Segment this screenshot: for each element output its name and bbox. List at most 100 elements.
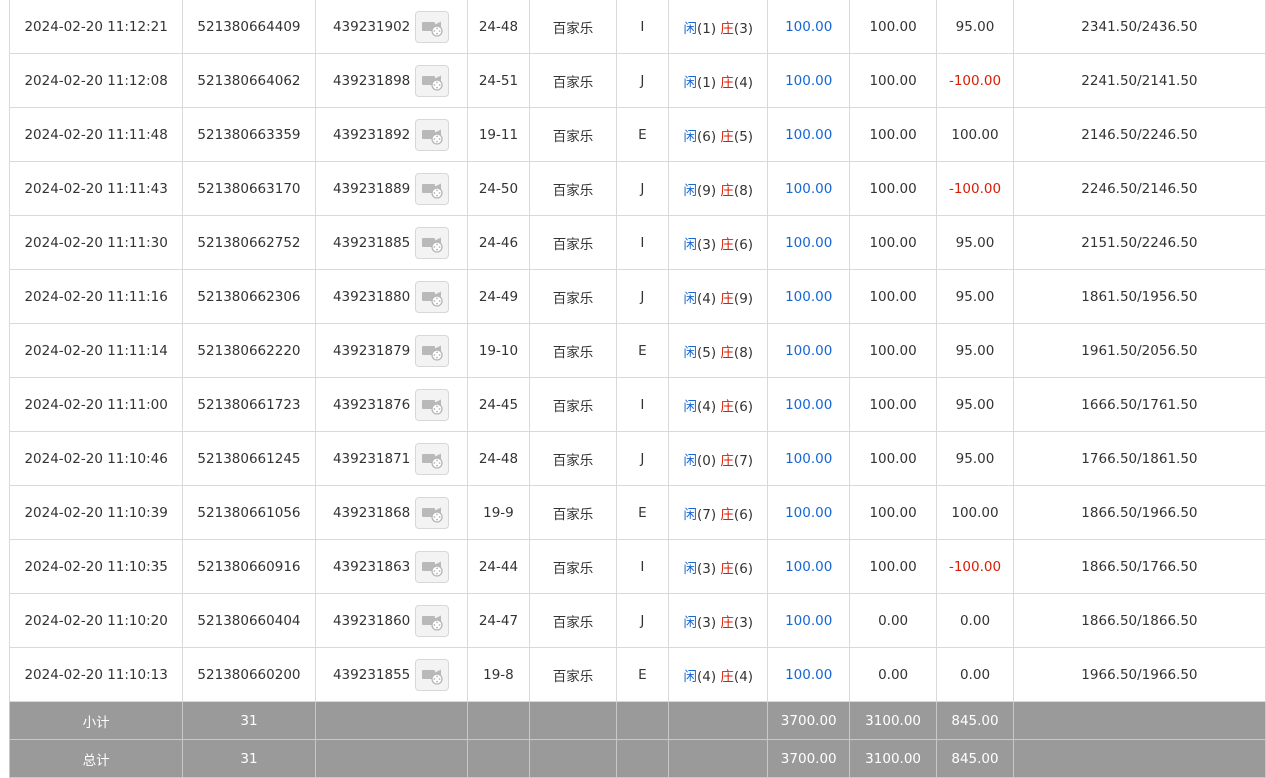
table-code: E [615,323,670,378]
video-replay-button[interactable] [415,658,450,691]
table-code: I [615,215,670,270]
round-id: 439231863 [332,558,411,575]
round-id: 439231889 [332,180,411,197]
valid-bet: 100.00 [848,215,938,270]
bet-time: 2024-02-20 11:10:20 [8,593,184,648]
valid-bet: 100.00 [848,53,938,108]
video-camera-icon [422,129,443,145]
player-points: (5) [697,344,717,361]
video-replay-button[interactable] [415,64,450,97]
player-points: (1) [697,74,717,91]
shoe-round: 24-47 [466,593,531,648]
banker-points: (6) [733,398,754,415]
game-name: 百家乐 [529,0,617,54]
round-id-cell: 439231876 [314,377,468,432]
balance: 2241.50/2141.50 [1012,53,1266,108]
bet-time: 2024-02-20 11:12:08 [8,53,184,108]
result-cell: 闲(4) 庄(9) [668,269,769,324]
video-replay-button[interactable] [415,334,450,367]
result-cell: 闲(1) 庄(4) [668,53,769,108]
banker-points: (6) [733,236,754,253]
game-name: 百家乐 [529,377,617,432]
video-replay-button[interactable] [415,10,450,43]
shoe-round: 24-48 [466,0,531,54]
banker-label: 庄 [720,236,734,253]
video-replay-button[interactable] [415,442,450,475]
win-loss: -100.00 [936,161,1014,216]
balance: 1866.50/1766.50 [1012,539,1266,594]
game-name: 百家乐 [529,161,617,216]
bet-amount: 100.00 [767,593,850,648]
video-replay-button[interactable] [415,550,450,583]
shoe-round: 19-8 [466,647,531,702]
round-id: 439231879 [332,342,411,359]
player-label: 闲 [683,452,698,469]
banker-label: 庄 [720,506,734,523]
banker-label: 庄 [720,74,734,91]
video-camera-icon [422,399,443,415]
bet-id: 521380660200 [182,647,316,702]
video-replay-button[interactable] [415,388,450,421]
video-replay-button[interactable] [415,280,450,313]
valid-bet: 100.00 [848,107,938,162]
banker-label: 庄 [720,398,734,415]
valid-bet: 100.00 [848,0,938,54]
table-row: 2024-02-20 11:10:35 521380660916 4392318… [8,539,1266,594]
bet-amount: 100.00 [767,431,850,486]
round-id: 439231871 [332,450,411,467]
shoe-round: 24-50 [466,161,531,216]
banker-label: 庄 [720,290,734,307]
balance: 1666.50/1761.50 [1012,377,1266,432]
banker-points: (6) [733,560,754,577]
balance: 1961.50/2056.50 [1012,323,1266,378]
round-id-cell: 439231879 [314,323,468,378]
video-replay-button[interactable] [415,496,450,529]
result-cell: 闲(6) 庄(5) [668,107,769,162]
player-points: (3) [697,614,717,631]
player-label: 闲 [683,614,698,631]
banker-points: (6) [733,506,754,523]
total-label: 小计 [8,701,184,740]
round-id-cell: 439231898 [314,53,468,108]
balance: 2341.50/2436.50 [1012,0,1266,54]
round-id-cell: 439231885 [314,215,468,270]
bet-id: 521380660404 [182,593,316,648]
banker-points: (8) [733,344,754,361]
round-id-cell: 439231868 [314,485,468,540]
player-points: (4) [697,398,717,415]
shoe-round: 24-44 [466,539,531,594]
video-camera-icon [422,507,443,523]
bet-amount: 100.00 [767,485,850,540]
player-points: (0) [697,452,717,469]
video-replay-button[interactable] [415,604,450,637]
banker-points: (4) [733,74,754,91]
player-points: (4) [697,668,717,685]
win-loss: -100.00 [936,53,1014,108]
balance: 1866.50/1966.50 [1012,485,1266,540]
banker-label: 庄 [720,560,734,577]
round-id-cell: 439231871 [314,431,468,486]
video-replay-button[interactable] [415,172,450,205]
bet-records-table: 2024-02-20 11:12:21 521380664409 4392319… [8,0,1266,778]
result-cell: 闲(3) 庄(6) [668,539,769,594]
valid-bet: 100.00 [848,161,938,216]
table-code: I [615,377,670,432]
video-camera-icon [422,75,443,91]
bet-time: 2024-02-20 11:10:39 [8,485,184,540]
video-camera-icon [422,291,443,307]
bet-amount: 100.00 [767,107,850,162]
table-row: 2024-02-20 11:10:39 521380661056 4392318… [8,485,1266,540]
player-label: 闲 [683,128,698,145]
balance: 1766.50/1861.50 [1012,431,1266,486]
total-row: 总计 31 3700.00 3100.00 845.00 [8,739,1266,778]
bet-id: 521380663359 [182,107,316,162]
video-replay-button[interactable] [415,118,450,151]
round-id-cell: 439231902 [314,0,468,54]
balance: 1861.50/1956.50 [1012,269,1266,324]
video-replay-button[interactable] [415,226,450,259]
bet-time: 2024-02-20 11:11:14 [8,323,184,378]
win-loss: 0.00 [936,593,1014,648]
bet-time: 2024-02-20 11:11:43 [8,161,184,216]
round-id-cell: 439231889 [314,161,468,216]
total-valid-bet: 3100.00 [848,739,938,778]
